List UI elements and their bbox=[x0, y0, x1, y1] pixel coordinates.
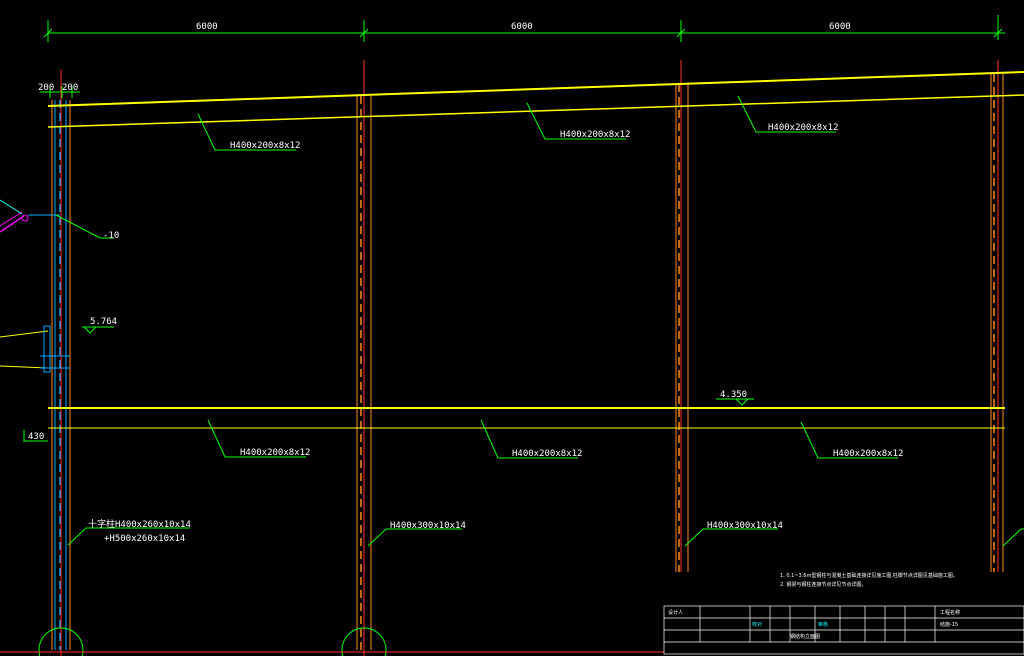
title-project: 工程名称 bbox=[940, 609, 960, 616]
title-designer: 设计人 bbox=[668, 609, 683, 616]
title-drawing: 钢结构立面图 bbox=[790, 633, 820, 640]
roof-beam-label-2: H400x200x8x12 bbox=[560, 130, 630, 140]
column-a-label-1: 十字柱H400x260x10x14 bbox=[88, 518, 191, 530]
floor-beam-label-2: H400x200x8x12 bbox=[512, 449, 582, 459]
roof-beam-label-1: H400x200x8x12 bbox=[230, 141, 300, 151]
level-5764-text: 5.764 bbox=[90, 317, 117, 327]
note-line-1: 1. 0.1~3.6m型钢柱与混凝土基础连接详见施工图,柱脚节点详图见基础施工图… bbox=[780, 572, 958, 579]
floor-beam-label-3: H400x200x8x12 bbox=[833, 449, 903, 459]
offset-dim-a: 200 bbox=[38, 83, 54, 93]
title-checker: 校对 bbox=[752, 621, 762, 628]
roof-beam-label-3: H400x200x8x12 bbox=[768, 123, 838, 133]
column-a-label-2: +H500x260x10x14 bbox=[104, 534, 185, 544]
title-approver: 审核 bbox=[818, 621, 828, 628]
column-b-label: H400x300x10x14 bbox=[390, 521, 466, 531]
level-430-text: 430 bbox=[28, 432, 44, 442]
column-c-label: H400x300x10x14 bbox=[707, 521, 783, 531]
dimension-bay-2: 6000 bbox=[511, 22, 533, 32]
dimension-bay-1: 6000 bbox=[196, 22, 218, 32]
title-number: 结施-15 bbox=[940, 621, 958, 628]
level-4350-text: 4.350 bbox=[720, 390, 747, 400]
note-line-2: 2. 钢梁与钢柱连接节点详见节点详图。 bbox=[780, 581, 866, 588]
plate-label: -10 bbox=[103, 231, 119, 241]
dimension-bay-3: 6000 bbox=[829, 22, 851, 32]
cad-drawing: 6000 6000 6000 200 200 H400x200x8x12 H40… bbox=[0, 0, 1024, 656]
floor-beam-label-1: H400x200x8x12 bbox=[240, 448, 310, 458]
offset-dim-b: 200 bbox=[62, 83, 78, 93]
